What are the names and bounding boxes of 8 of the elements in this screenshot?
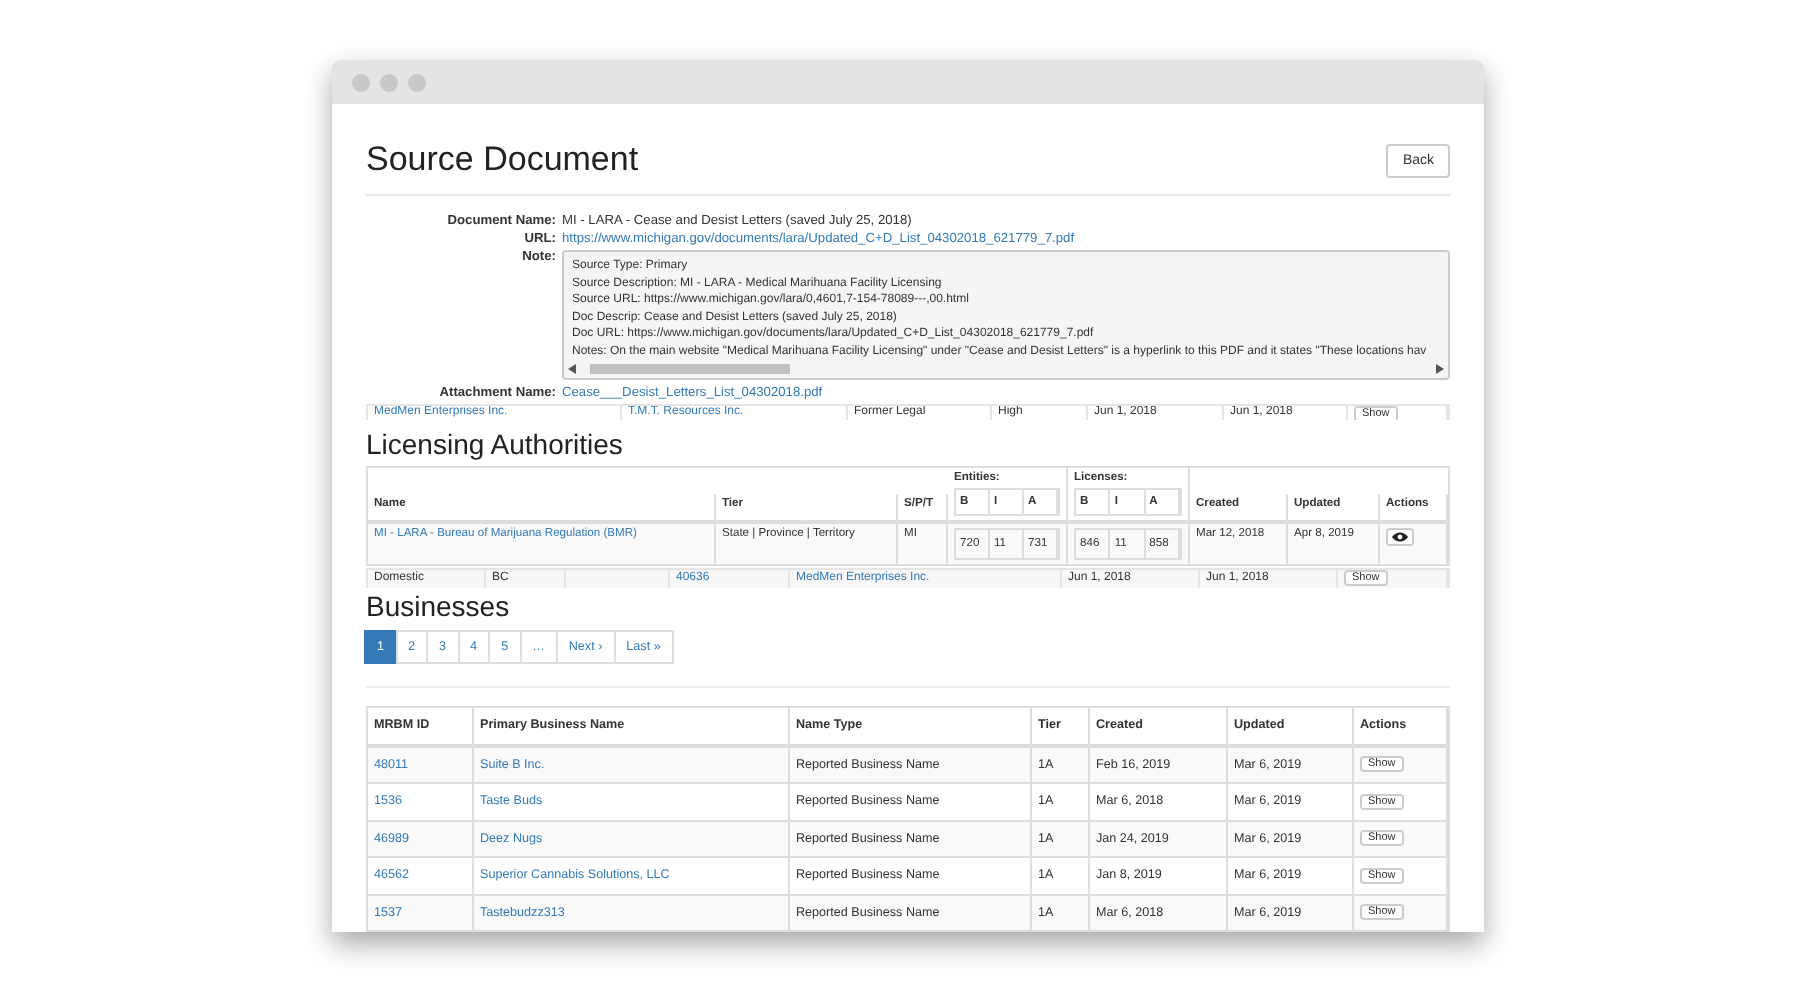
view-button[interactable] <box>1386 528 1414 546</box>
eye-icon <box>1392 532 1408 542</box>
section-heading: Businesses <box>366 590 512 622</box>
horizontal-scrollbar[interactable] <box>564 360 1448 378</box>
section-heading: Licensing Authorities <box>366 428 625 460</box>
scroll-left-arrow-icon[interactable] <box>568 364 578 374</box>
page-title: Source Document <box>366 140 639 180</box>
scroll-right-arrow-icon[interactable] <box>1434 364 1444 374</box>
